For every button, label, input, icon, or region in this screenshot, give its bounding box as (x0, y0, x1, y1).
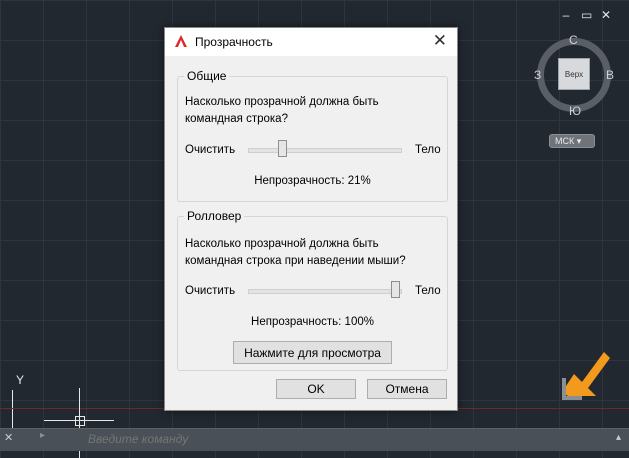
dialog-title: Прозрачность (195, 35, 273, 49)
general-group: Общие Насколько прозрачной должна быть к… (177, 69, 448, 202)
ok-button[interactable]: OK (276, 379, 356, 399)
dialog-close-icon[interactable]: ✕ (433, 31, 447, 51)
general-slider-thumb[interactable] (278, 140, 288, 157)
viewcube-top-face[interactable]: Верх (558, 58, 590, 90)
rollover-solid-label: Тело (415, 285, 441, 297)
rollover-group-title: Ролловер (184, 209, 245, 223)
autocad-app-icon (175, 35, 187, 47)
command-line-close-icon[interactable]: ✕ (4, 431, 13, 444)
window-controls: – ▭ ✕ (561, 8, 611, 22)
ucs-y-label: Y (16, 373, 25, 387)
minimize-icon[interactable]: – (561, 8, 571, 22)
compass-north[interactable]: С (569, 33, 578, 47)
crosshair-pickbox (75, 416, 85, 426)
viewcube[interactable]: Верх С Ю З В (534, 33, 614, 118)
close-window-icon[interactable]: ✕ (601, 8, 611, 22)
rollover-group: Ролловер Насколько прозрачной должна быт… (177, 209, 448, 371)
command-prompt-arrow-icon[interactable]: ▸ (40, 430, 45, 441)
general-group-title: Общие (184, 69, 230, 83)
autocad-logo-icon (562, 352, 610, 400)
rollover-opacity-text: Непрозрачность: 100% (251, 316, 374, 328)
rollover-slider-thumb[interactable] (391, 281, 400, 298)
command-input[interactable] (88, 430, 608, 447)
transparency-dialog: Прозрачность ✕ Общие Насколько прозрачно… (164, 27, 458, 411)
preview-button[interactable]: Нажмите для просмотра (233, 341, 392, 364)
general-question: Насколько прозрачной должна быть командн… (185, 96, 379, 125)
compass-west[interactable]: З (534, 68, 541, 82)
compass-south[interactable]: Ю (569, 104, 581, 118)
ucs-menu[interactable]: МСК ▾ (549, 134, 595, 148)
general-clear-label: Очистить (185, 144, 236, 156)
command-history-icon[interactable]: ▴ (616, 432, 621, 443)
general-slider-track[interactable] (248, 148, 402, 153)
rollover-clear-label: Очистить (185, 285, 236, 297)
general-opacity-text: Непрозрачность: 21% (254, 175, 371, 187)
rollover-slider-track[interactable] (248, 289, 402, 294)
cancel-button[interactable]: Отмена (367, 379, 447, 399)
general-solid-label: Тело (415, 144, 441, 156)
rollover-question: Насколько прозрачной должна быть командн… (185, 238, 406, 267)
restore-icon[interactable]: ▭ (581, 8, 592, 22)
compass-east[interactable]: В (606, 68, 614, 82)
dialog-title-bar[interactable]: Прозрачность ✕ (165, 28, 457, 56)
